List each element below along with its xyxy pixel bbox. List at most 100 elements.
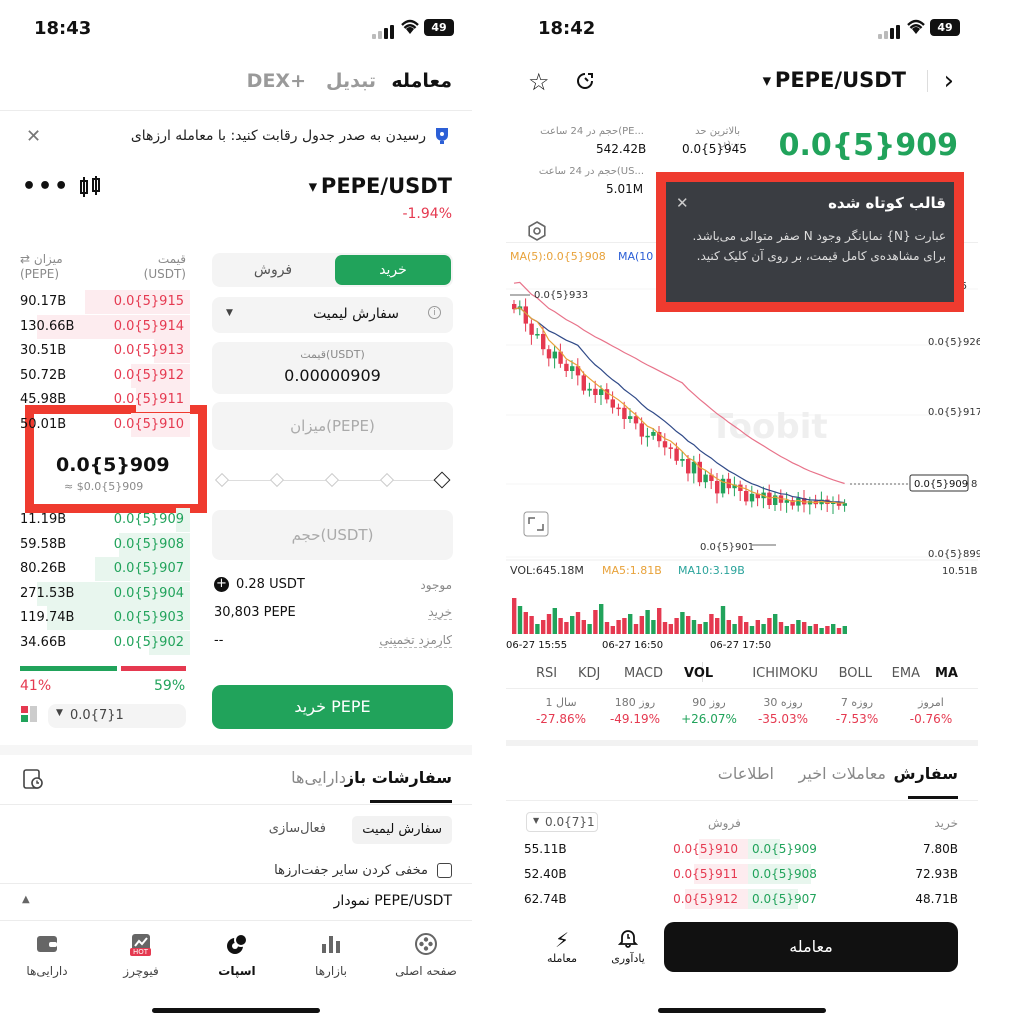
last-price[interactable]: 0.0{5}909 [779, 128, 958, 163]
ask-row[interactable]: 130.66B 0.0{5}914 [0, 314, 190, 339]
tab-dex[interactable]: DEX+ [247, 70, 306, 92]
buy-max-label: خرید [428, 605, 452, 620]
volume-input[interactable]: حجم(USDT) [212, 510, 453, 560]
bid-row[interactable]: 34.66B 0.0{5}902 [0, 630, 190, 655]
slider-stop-50[interactable] [324, 472, 340, 488]
bid-row[interactable]: 59.58B 0.0{5}908 [0, 532, 190, 557]
depth-select[interactable]: ▼ 0.0{7}1 [48, 704, 186, 728]
divider [0, 110, 472, 111]
wifi-icon [906, 18, 926, 40]
pair-title[interactable]: ▼ PEPE/USDT [763, 68, 906, 92]
depth-sort-icon[interactable]: ⇄ [20, 252, 34, 266]
period-cell[interactable]: 90 روز +26.07% [674, 696, 744, 726]
candle [703, 474, 708, 483]
bid-row[interactable]: 119.74B 0.0{5}903 [0, 606, 190, 630]
tooltip-close-icon[interactable]: ✕ [676, 194, 689, 212]
candlestick-chart[interactable]: Toobit 0.0{5}909 8 935 0.0{5}926 0.0{5}9… [500, 262, 980, 642]
candles-icon[interactable] [78, 176, 102, 202]
price-input[interactable]: قیمت(USDT) 0.00000909 [212, 342, 453, 394]
book-row[interactable]: 62.74B 0.0{5}912 0.0{5}907 48.71B [506, 888, 978, 910]
indicator-ema[interactable]: EMA [892, 666, 920, 681]
tab-recent-trades[interactable]: معاملات اخیر [799, 764, 886, 783]
slider-stop-25[interactable] [269, 472, 285, 488]
price-label: قیمت(USDT) [300, 348, 365, 361]
ask-row[interactable]: 45.98B 0.0{5}911 [0, 388, 190, 412]
quick-trade[interactable]: ⚡ معامله [532, 928, 592, 965]
period-cell[interactable]: امروز -0.76% [896, 696, 966, 726]
book-row[interactable]: 52.40B 0.0{5}911 0.0{5}908 72.93B [506, 863, 978, 885]
nav-futures[interactable]: HOT فیوچرز [106, 932, 176, 978]
period-cell[interactable]: 7 روزه -7.53% [822, 696, 892, 726]
indicator-rsi[interactable]: RSI [536, 666, 557, 681]
ask-row[interactable]: 50.01B 0.0{5}910 [0, 412, 190, 437]
order-history-icon[interactable] [22, 768, 44, 794]
pair-title[interactable]: ▼ PEPE/USDT [309, 174, 452, 198]
trade-button[interactable]: معامله [664, 922, 958, 972]
star-icon[interactable]: ☆ [528, 68, 550, 96]
buy-tab[interactable]: خرید [335, 255, 451, 285]
chevron-right-icon[interactable]: › [944, 66, 954, 96]
available-value: 0.28 USDT [236, 577, 305, 592]
period-cell[interactable]: 180 روز -49.19% [600, 696, 670, 726]
tab-assets[interactable]: دارایی‌ها [291, 768, 346, 787]
depth-select[interactable]: ▼ 0.0{7}1 [526, 812, 598, 832]
sell-ratio-bar [121, 666, 186, 671]
bid-row[interactable]: 271.53B 0.0{5}904 [0, 581, 190, 606]
bid-amount: 80.26B [20, 561, 67, 576]
volume-bar [680, 612, 685, 634]
ask-row[interactable]: 50.72B 0.0{5}912 [0, 363, 190, 388]
banner-text[interactable]: رسیدن به صدر جدول رقابت کنید: با معامله … [131, 128, 426, 144]
bid-row[interactable]: 80.26B 0.0{5}907 [0, 557, 190, 581]
tab-convert[interactable]: تبدیل [326, 70, 376, 92]
depth-mode-icon[interactable] [20, 705, 38, 727]
bid-row[interactable]: 11.19B 0.0{5}909 [0, 508, 190, 532]
indicator-macd[interactable]: MACD [624, 666, 663, 681]
ask-row[interactable]: 30.51B 0.0{5}913 [0, 339, 190, 363]
nav-home[interactable]: صفحه اصلی [386, 932, 466, 978]
indicator-tabs: MA EMA BOLL ICHIMOKU VOL MACD KDJ RSI [506, 660, 978, 690]
slider-stop-0[interactable] [214, 472, 230, 488]
filter-limit[interactable]: سفارش لیمیت [352, 816, 452, 844]
nav-markets[interactable]: بازارها [298, 932, 364, 978]
indicator-kdj[interactable]: KDJ [578, 666, 600, 681]
nav-assets[interactable]: دارایی‌ها [12, 932, 82, 978]
indicator-vol[interactable]: VOL [684, 666, 713, 681]
more-icon[interactable]: ••• [22, 174, 70, 199]
sell-tab[interactable]: فروش [214, 255, 332, 285]
volume-bar [686, 616, 691, 634]
ask-row[interactable]: 90.17B 0.0{5}915 [0, 290, 190, 314]
buy-price: 0.0{5}908 [752, 867, 817, 881]
banner-close-icon[interactable]: ✕ [26, 126, 41, 147]
info-icon[interactable]: i [428, 306, 441, 319]
spot-icon [227, 933, 248, 954]
tab-trade[interactable]: معامله [391, 70, 452, 92]
alert-button[interactable]: یادآوری [598, 928, 658, 965]
book-row[interactable]: 55.11B 0.0{5}910 0.0{5}909 7.80B [506, 838, 978, 860]
volume-bar [825, 626, 830, 634]
candle [529, 323, 534, 335]
fullscreen-icon[interactable] [523, 511, 549, 537]
indicator-ma[interactable]: MA [935, 666, 958, 681]
amount-input[interactable]: میزان(PEPE) [212, 402, 453, 450]
tab-open-orders[interactable]: سفارشات باز [345, 768, 452, 787]
filter-trigger[interactable]: فعال‌سازی [269, 821, 326, 836]
slider-stop-75[interactable] [379, 472, 395, 488]
tab-orders[interactable]: سفارش [893, 764, 958, 783]
indicator-ichimoku[interactable]: ICHIMOKU [752, 666, 818, 681]
price-alert-icon[interactable] [574, 70, 596, 96]
chart-row[interactable]: ▲ نمودار PEPE/USDT [0, 883, 472, 919]
indicator-boll[interactable]: BOLL [839, 666, 872, 681]
slider-stop-100[interactable] [433, 471, 451, 489]
battery-icon: 49 [930, 19, 960, 36]
nav-spot[interactable]: اسپات [204, 932, 270, 978]
sell-price: 0.0{5}910 [673, 842, 738, 856]
deposit-plus-icon[interactable]: + [214, 577, 229, 592]
hide-pairs-checkbox[interactable] [437, 863, 452, 878]
period-cell[interactable]: 30 روزه -35.03% [748, 696, 818, 726]
period-cell[interactable]: 1 سال -27.86% [526, 696, 596, 726]
order-type-select[interactable]: ▼ سفارش لیمیت i [212, 297, 453, 333]
buy-pepe-button[interactable]: خرید PEPE [212, 685, 453, 729]
tab-info[interactable]: اطلاعات [718, 764, 774, 783]
period-value: +26.07% [681, 712, 737, 726]
candle [541, 334, 546, 350]
